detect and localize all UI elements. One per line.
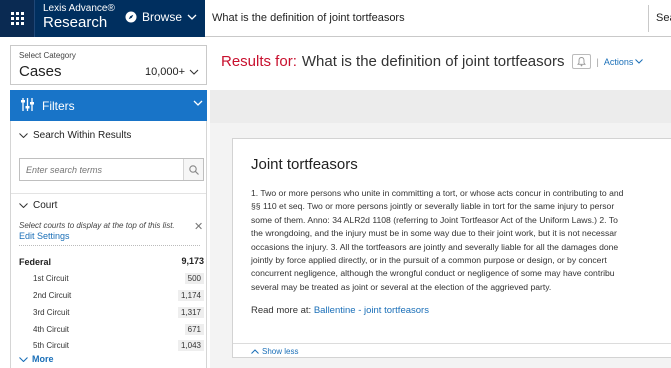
search-button[interactable]: Sea — [656, 12, 671, 24]
compass-icon — [125, 11, 137, 23]
chevron-down-icon — [19, 203, 28, 208]
court-count: 500 — [184, 273, 204, 284]
category-value: Cases — [19, 63, 62, 80]
chevron-down-icon — [189, 69, 199, 75]
court-row[interactable]: 5th Circuit 1,043 — [33, 339, 204, 354]
court-heading: Court — [33, 200, 58, 211]
bell-icon — [576, 57, 586, 67]
actions-menu[interactable]: | Actions — [597, 57, 644, 67]
category-count: 10,000+ — [145, 66, 199, 78]
search-within-label: Search Within Results — [33, 130, 132, 141]
chevron-up-icon — [251, 349, 259, 354]
chevron-down-icon — [187, 14, 197, 20]
actions-label: Actions — [603, 56, 634, 67]
chevron-down-icon — [19, 133, 28, 138]
definition-title: Joint tortfeasors — [251, 156, 358, 173]
definition-line: concurrent negligence, although the wron… — [251, 268, 615, 279]
federal-label: Federal — [19, 257, 52, 267]
definition-line: occasions the injury. 3. All the tortfea… — [251, 241, 619, 252]
definition-line: 1. Two or more persons who unite in comm… — [251, 188, 624, 198]
chevron-down-icon — [635, 59, 644, 64]
definition-body: 1. Two or more persons who unite in comm… — [251, 187, 671, 294]
court-toggle[interactable]: Court — [19, 200, 57, 211]
court-row[interactable]: 2nd Circuit 1,174 — [33, 289, 204, 304]
definition-line: some of them. Anno: 34 ALR2d 1108 (refer… — [251, 214, 618, 225]
apps-grid-icon — [10, 12, 24, 25]
dotted-divider — [19, 245, 200, 246]
edit-settings-link[interactable]: Edit Settings — [19, 231, 70, 241]
browse-button[interactable]: Browse — [125, 10, 197, 24]
read-more: Read more at: Ballentine - joint tortfea… — [251, 305, 429, 316]
search-within-toggle[interactable]: Search Within Results — [19, 130, 131, 141]
court-count: 1,174 — [177, 290, 204, 301]
show-less-divider — [233, 343, 671, 344]
court-row[interactable]: 4th Circuit 671 — [33, 323, 204, 338]
results-header: Results for: What is the definition of j… — [221, 53, 644, 70]
top-bar: Lexis Advance® Research Browse What is t… — [0, 0, 671, 37]
definition-card: Joint tortfeasors 1. Two or more persons… — [232, 138, 671, 358]
main-search-input[interactable]: What is the definition of joint tortfeas… — [212, 12, 405, 24]
court-label: 2nd Circuit — [33, 291, 72, 300]
read-more-prefix: Read more at: — [251, 305, 312, 316]
court-count: 1,317 — [177, 307, 204, 318]
definition-line: several may be treated as joint or sever… — [251, 281, 552, 292]
browse-label: Browse — [142, 10, 183, 24]
definition-line: §§ 110 et seq. Two or more persons joint… — [251, 201, 615, 212]
results-prefix: Results for: — [221, 53, 297, 70]
federal-row[interactable]: Federal 9,173 — [19, 256, 204, 268]
filters-title: Filters — [42, 99, 75, 113]
more-label: More — [32, 354, 54, 364]
court-row[interactable]: 3rd Circuit 1,317 — [33, 306, 204, 321]
brand-line1: Lexis Advance® — [43, 3, 115, 14]
actions-separator: | — [596, 56, 599, 67]
court-count: 671 — [184, 324, 204, 335]
apps-menu-button[interactable] — [0, 0, 35, 37]
search-divider — [648, 5, 649, 32]
chevron-down-icon — [19, 356, 28, 362]
filters-header[interactable]: Filters — [10, 90, 207, 121]
search-icon — [188, 164, 199, 175]
filters-panel: Search Within Results Court Select court… — [10, 121, 207, 368]
court-row[interactable]: 1st Circuit 500 — [33, 272, 204, 287]
federal-count: 9,173 — [181, 256, 204, 266]
court-label: 4th Circuit — [33, 325, 70, 334]
chevron-down-icon — [193, 100, 203, 106]
show-less-button[interactable]: Show less — [251, 347, 298, 356]
court-label: 1st Circuit — [33, 274, 69, 283]
court-label: 5th Circuit — [33, 341, 70, 350]
court-label: 3rd Circuit — [33, 308, 70, 317]
category-label: Select Category — [19, 51, 76, 60]
results-query: What is the definition of joint tortfeas… — [301, 53, 565, 70]
definition-line: jointly by force applied directly, or in… — [251, 254, 607, 265]
more-courts-link[interactable]: More — [19, 354, 54, 364]
search-within-button[interactable] — [183, 159, 203, 180]
close-icon[interactable]: ✕ — [194, 220, 203, 233]
definition-line: the wrongdoing, and the injury must be i… — [251, 228, 617, 239]
category-count-value: 10,000+ — [145, 66, 186, 78]
court-count: 1,043 — [177, 340, 204, 351]
search-within-field — [19, 158, 204, 181]
show-less-label: Show less — [262, 347, 299, 356]
brand-line2: Research — [43, 14, 108, 31]
filter-sliders-icon — [21, 98, 34, 111]
brand-logo[interactable]: Lexis Advance® Research — [43, 3, 115, 32]
court-note: Select courts to display at the top of t… — [19, 221, 175, 230]
search-within-input[interactable] — [20, 159, 184, 180]
read-more-link[interactable]: Ballentine - joint tortfeasors — [314, 305, 429, 316]
divider — [11, 193, 206, 194]
results-toolbar-band — [210, 90, 671, 123]
category-select[interactable]: Select Category Cases 10,000+ — [10, 45, 207, 85]
alert-button[interactable] — [571, 54, 591, 69]
